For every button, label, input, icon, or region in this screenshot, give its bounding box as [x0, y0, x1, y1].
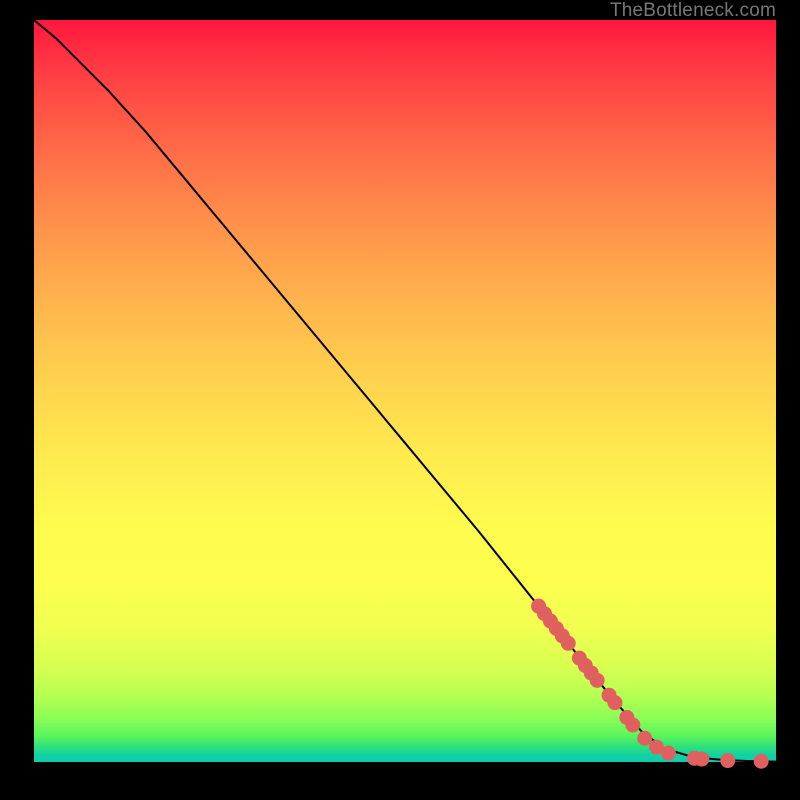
plot-area: [34, 20, 776, 762]
curve-line: [34, 20, 776, 762]
data-marker: [694, 752, 709, 767]
attribution-text: TheBottleneck.com: [610, 0, 776, 22]
data-marker: [661, 746, 676, 761]
data-marker: [637, 731, 652, 746]
data-marker: [561, 636, 576, 651]
data-marker: [625, 717, 640, 732]
data-marker: [754, 754, 769, 769]
chart-stage: TheBottleneck.com: [0, 0, 800, 800]
curve-markers: [531, 599, 769, 769]
data-marker: [590, 673, 605, 688]
chart-overlay: [34, 20, 776, 762]
data-marker: [720, 753, 735, 768]
data-marker: [607, 695, 622, 710]
